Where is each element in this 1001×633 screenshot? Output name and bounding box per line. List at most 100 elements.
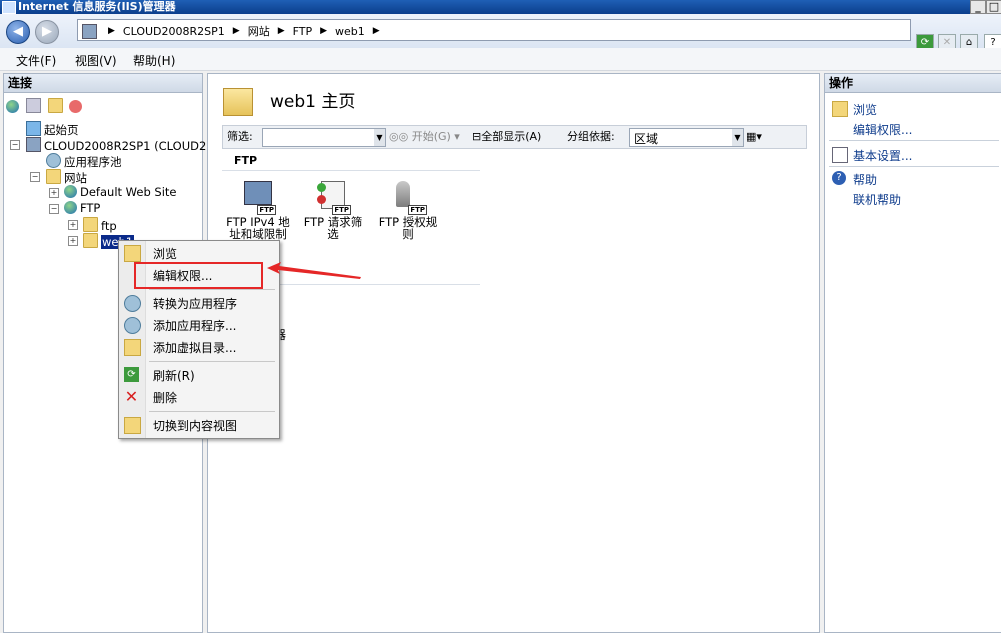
menu-file[interactable]: 文件(F) bbox=[16, 52, 56, 69]
go-button[interactable]: ◎◎ 开始(G) ▾ bbox=[389, 126, 460, 148]
forward-button[interactable]: ▶ bbox=[35, 20, 59, 44]
show-all-label: 全部显示(A) bbox=[481, 130, 542, 143]
tree-label: 起始页 bbox=[44, 123, 79, 137]
collapse-icon[interactable]: − bbox=[10, 140, 20, 150]
globe-icon bbox=[64, 201, 77, 214]
menu-separator bbox=[149, 289, 275, 290]
dropdown-arrow-icon[interactable]: ▼ bbox=[732, 129, 743, 146]
content-view-icon bbox=[124, 417, 141, 434]
actions-panel: 操作 浏览 编辑权限... 基本设置... ? 帮助 联机帮助 bbox=[824, 73, 1001, 633]
expand-icon[interactable]: + bbox=[49, 188, 59, 198]
ftp-request-filtering-icon[interactable]: FTP bbox=[315, 179, 351, 215]
annotation-arrow bbox=[267, 262, 361, 279]
ftp-badge: FTP bbox=[332, 205, 351, 215]
tree-label: 应用程序池 bbox=[64, 155, 122, 169]
server-icon bbox=[82, 23, 97, 39]
connect-icon[interactable] bbox=[6, 100, 19, 113]
filter-bar: 筛选: ▼ ◎◎ 开始(G) ▾ ⊟全部显示(A) 分组依据: 区域 ▼ ▦▾ bbox=[222, 125, 807, 149]
highlight-box bbox=[134, 262, 263, 289]
context-add-virtual-directory[interactable]: 添加虚拟目录... bbox=[153, 339, 236, 356]
action-basic-settings[interactable]: 基本设置... bbox=[853, 147, 912, 164]
breadcrumb-sites[interactable]: 网站 bbox=[248, 23, 270, 39]
tree-label: Default Web Site bbox=[80, 185, 177, 199]
show-all-icon: ⊟ bbox=[472, 130, 482, 143]
actions-title: 操作 bbox=[825, 74, 1001, 93]
breadcrumb-server[interactable]: CLOUD2008R2SP1 bbox=[123, 25, 225, 38]
menu-separator bbox=[149, 361, 275, 362]
minimize-button[interactable]: _ bbox=[970, 0, 986, 14]
site-folder-icon bbox=[223, 88, 253, 116]
ftp-badge: FTP bbox=[257, 205, 276, 215]
filter-label: 筛选: bbox=[227, 130, 253, 143]
show-all-button[interactable]: ⊟全部显示(A) bbox=[472, 126, 541, 148]
tree-label: FTP bbox=[80, 201, 101, 215]
expand-icon[interactable]: + bbox=[68, 236, 78, 246]
convert-app-icon bbox=[124, 295, 141, 312]
view-mode-icon[interactable]: ▦▾ bbox=[746, 126, 762, 148]
action-browse[interactable]: 浏览 bbox=[853, 101, 877, 118]
context-refresh[interactable]: 刷新(R) bbox=[153, 367, 195, 384]
ftp-authorization-rules-icon[interactable]: FTP bbox=[391, 179, 427, 215]
action-help[interactable]: 帮助 bbox=[853, 171, 877, 188]
save-icon[interactable] bbox=[25, 98, 41, 113]
folder-icon bbox=[83, 217, 98, 232]
context-add-application[interactable]: 添加应用程序... bbox=[153, 317, 236, 334]
add-app-icon bbox=[124, 317, 141, 334]
browse-icon bbox=[832, 101, 848, 117]
ftp-ip-restrictions-icon[interactable]: FTP bbox=[240, 179, 276, 215]
expand-icon[interactable]: + bbox=[68, 220, 78, 230]
server-icon bbox=[26, 137, 41, 152]
start-page-icon bbox=[26, 121, 41, 136]
action-online-help[interactable]: 联机帮助 bbox=[853, 191, 901, 208]
actions-divider bbox=[829, 166, 999, 167]
tree-ftp-folder[interactable]: ftp bbox=[83, 217, 117, 233]
breadcrumb-separator-icon: ▶ bbox=[320, 26, 328, 36]
tree-sites[interactable]: 网站 bbox=[46, 169, 87, 185]
ftp-ip-restrictions-label[interactable]: FTP IPv4 地址和域限制 bbox=[223, 216, 293, 240]
group-by-value: 区域 bbox=[634, 132, 659, 146]
add-vdir-icon bbox=[124, 339, 141, 356]
back-button[interactable]: ◀ bbox=[6, 20, 30, 44]
connections-toolbar bbox=[6, 98, 85, 114]
connections-title: 连接 bbox=[4, 74, 202, 93]
context-convert-to-app[interactable]: 转换为应用程序 bbox=[153, 295, 237, 312]
menu-view[interactable]: 视图(V) bbox=[75, 52, 117, 69]
ftp-authorization-rules-label[interactable]: FTP 授权规则 bbox=[373, 216, 443, 240]
breadcrumb-web1[interactable]: web1 bbox=[335, 25, 365, 38]
maximize-button[interactable]: □ bbox=[986, 0, 1001, 14]
tree-server[interactable]: CLOUD2008R2SP1 (CLOUD2008R bbox=[26, 137, 236, 153]
context-switch-content-view[interactable]: 切换到内容视图 bbox=[153, 417, 237, 434]
breadcrumb-ftp[interactable]: FTP bbox=[293, 25, 313, 38]
up-folder-icon[interactable] bbox=[47, 98, 63, 113]
tree-default-web-site[interactable]: Default Web Site bbox=[64, 185, 176, 199]
breadcrumb-separator-icon: ▶ bbox=[372, 26, 380, 36]
filter-input[interactable]: ▼ bbox=[262, 128, 386, 147]
address-bar[interactable]: ▶ CLOUD2008R2SP1 ▶ 网站 ▶ FTP ▶ web1 ▶ bbox=[77, 19, 911, 41]
binoculars-icon: ◎◎ bbox=[389, 130, 409, 143]
ftp-request-filtering-label[interactable]: FTP 请求筛选 bbox=[298, 216, 368, 240]
group-by-select[interactable]: 区域 ▼ bbox=[629, 128, 744, 147]
context-delete[interactable]: 删除 bbox=[153, 389, 177, 406]
collapse-icon[interactable]: − bbox=[30, 172, 40, 182]
menu-help[interactable]: 帮助(H) bbox=[133, 52, 175, 69]
context-browse[interactable]: 浏览 bbox=[153, 245, 177, 262]
tree-start-page[interactable]: 起始页 bbox=[26, 121, 79, 137]
help-icon: ? bbox=[832, 171, 846, 185]
tree-ftp-site[interactable]: FTP bbox=[64, 201, 100, 215]
browse-icon bbox=[124, 245, 141, 262]
breadcrumb-separator-icon: ▶ bbox=[277, 26, 285, 36]
section-header: FTP bbox=[234, 154, 258, 167]
iis-app-icon bbox=[2, 1, 16, 14]
title-bar: Internet 信息服务(IIS)管理器 _ □ bbox=[0, 0, 1001, 14]
menu-separator bbox=[149, 411, 275, 412]
go-label: 开始(G) bbox=[411, 130, 451, 143]
dropdown-arrow-icon[interactable]: ▼ bbox=[374, 129, 385, 146]
globe-icon bbox=[64, 185, 77, 198]
ftp-badge: FTP bbox=[408, 205, 427, 215]
disconnect-icon[interactable] bbox=[69, 100, 83, 113]
sites-folder-icon bbox=[46, 169, 61, 184]
collapse-icon[interactable]: − bbox=[49, 204, 59, 214]
action-edit-permissions[interactable]: 编辑权限... bbox=[853, 121, 912, 138]
section-divider bbox=[222, 170, 480, 171]
tree-app-pools[interactable]: 应用程序池 bbox=[46, 153, 122, 169]
